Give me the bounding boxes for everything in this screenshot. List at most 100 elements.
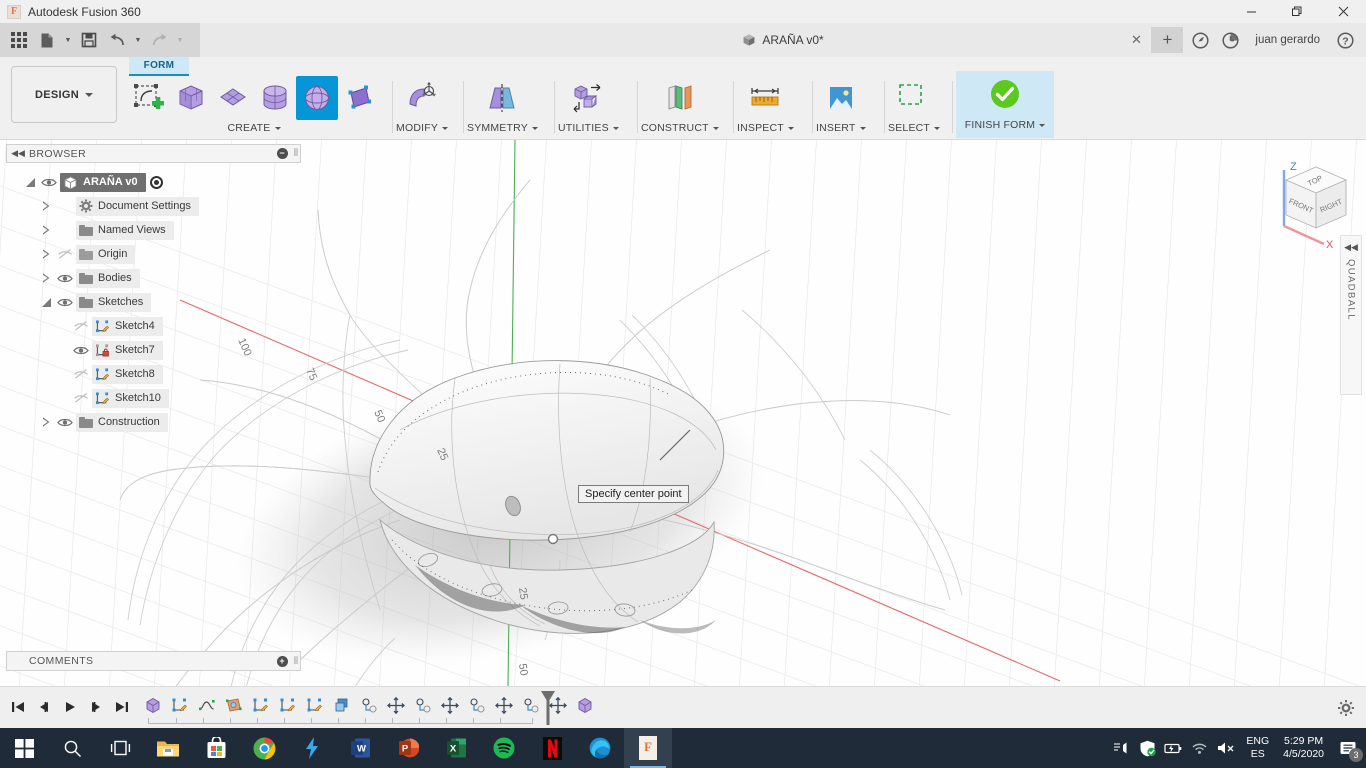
expander-expand-icon[interactable] (38, 249, 54, 259)
visibility-eye-hidden-icon[interactable] (70, 368, 92, 380)
expander-expand-icon[interactable] (38, 417, 54, 427)
lightning-app-icon[interactable] (288, 728, 336, 768)
timeline-sketch-feature[interactable] (167, 693, 192, 718)
visibility-eye-icon[interactable] (38, 177, 60, 188)
search-icon[interactable] (48, 728, 96, 768)
tree-item-bodies[interactable]: Bodies (6, 266, 301, 290)
tree-item-pill[interactable]: Construction (76, 413, 168, 432)
tree-item-pill[interactable]: Sketch10 (92, 389, 169, 408)
fusion360-taskbar-icon[interactable]: F (624, 728, 672, 768)
visibility-eye-icon[interactable] (54, 297, 76, 308)
tree-item-pill[interactable]: ARAÑA v0 (60, 173, 146, 192)
expander-expand-icon[interactable] (38, 201, 54, 211)
expander-expand-icon[interactable] (38, 273, 54, 283)
ribbon-group-finish-form[interactable]: FINISH FORM (956, 71, 1054, 138)
show-hidden-icons-icon[interactable] (1108, 728, 1134, 768)
tree-item-sketch7[interactable]: Sketch7 (6, 338, 301, 362)
battery-icon[interactable] (1160, 728, 1186, 768)
powerpoint-icon[interactable]: P (384, 728, 432, 768)
tree-item-sketches[interactable]: Sketches (6, 290, 301, 314)
ribbon-group-insert-label[interactable]: INSERT (816, 120, 866, 136)
start-button-icon[interactable] (0, 728, 48, 768)
workspace-switcher-button[interactable]: DESIGN (11, 66, 117, 123)
job-status-clock-icon[interactable] (1215, 23, 1245, 57)
ribbon-group-select-label[interactable]: SELECT (888, 120, 940, 136)
cylinder-icon[interactable] (254, 76, 296, 120)
ribbon-group-inspect-label[interactable]: INSPECT (737, 120, 794, 136)
tree-item-origin[interactable]: Origin (6, 242, 301, 266)
add-comment-icon[interactable]: + (272, 656, 292, 667)
panel-resize-grip[interactable]: ⦀ (292, 656, 300, 667)
visibility-eye-hidden-icon[interactable] (70, 320, 92, 332)
google-chrome-icon[interactable] (240, 728, 288, 768)
language-indicator[interactable]: ENG ES (1238, 735, 1277, 761)
timeline-canvas-feature[interactable] (221, 693, 246, 718)
timeline-settings-gear-icon[interactable] (1334, 696, 1358, 720)
timeline-joint-feature[interactable] (464, 693, 489, 718)
ribbon-group-modify-label[interactable]: MODIFY (396, 120, 448, 136)
tree-item-pill[interactable]: Sketch7 (92, 341, 163, 360)
tree-item-construction[interactable]: Construction (6, 410, 301, 434)
user-name-label[interactable]: juan gerardo (1245, 34, 1330, 46)
netflix-icon[interactable] (528, 728, 576, 768)
microsoft-store-icon[interactable] (192, 728, 240, 768)
create-form-icon[interactable] (128, 76, 170, 120)
timeline-marker-icon[interactable] (540, 691, 556, 725)
maximize-button[interactable] (1274, 0, 1320, 23)
undo-dropdown-caret[interactable]: ▼ (132, 27, 144, 53)
file-explorer-icon[interactable] (144, 728, 192, 768)
quadball-panel[interactable]: ◀◀ QUADBALL (1340, 235, 1362, 395)
timeline-sketch-feature[interactable] (302, 693, 327, 718)
tree-item-pill[interactable]: Document Settings (76, 197, 199, 216)
close-tab-button[interactable]: ✕ (1121, 23, 1151, 57)
minimize-circle-icon[interactable]: − (272, 148, 292, 159)
tree-item-pill[interactable]: Bodies (76, 269, 140, 288)
collapse-right-icon[interactable]: ◀◀ (1344, 242, 1358, 253)
step-back-icon[interactable] (32, 695, 56, 719)
wifi-icon[interactable] (1186, 728, 1212, 768)
tree-item-sketch10[interactable]: Sketch10 (6, 386, 301, 410)
go-to-end-icon[interactable] (110, 695, 134, 719)
measure-icon[interactable] (744, 76, 786, 120)
minimize-button[interactable] (1228, 0, 1274, 23)
visibility-eye-hidden-icon[interactable] (70, 392, 92, 404)
clock[interactable]: 5:29 PM 4/5/2020 (1277, 735, 1330, 761)
visibility-eye-icon[interactable] (54, 273, 76, 284)
excel-icon[interactable]: X (432, 728, 480, 768)
go-to-beginning-icon[interactable] (6, 695, 30, 719)
expander-expand-icon[interactable] (38, 225, 54, 235)
ribbon-group-utilities-label[interactable]: UTILITIES (558, 120, 619, 136)
task-view-icon[interactable] (96, 728, 144, 768)
visibility-eye-icon[interactable] (54, 417, 76, 428)
edit-form-icon[interactable] (401, 76, 443, 120)
tree-item-pill[interactable]: Sketches (76, 293, 151, 312)
new-file-dropdown-caret[interactable]: ▼ (62, 27, 74, 53)
tree-item-document-settings[interactable]: Document Settings (6, 194, 301, 218)
spotify-icon[interactable] (480, 728, 528, 768)
convert-icon[interactable] (567, 76, 609, 120)
activate-component-radio[interactable] (150, 176, 163, 189)
expander-collapse-icon[interactable] (22, 178, 38, 187)
close-button[interactable] (1320, 0, 1366, 23)
visibility-eye-hidden-icon[interactable] (54, 248, 76, 260)
finish-form-check-icon[interactable] (956, 72, 1054, 116)
insert-image-icon[interactable] (820, 76, 862, 120)
ribbon-group-construct-label[interactable]: CONSTRUCT (641, 120, 719, 136)
timeline-copy-paste-feature[interactable] (329, 693, 354, 718)
mirror-internal-icon[interactable] (481, 76, 523, 120)
select-window-icon[interactable] (893, 76, 935, 120)
timeline-joint-feature[interactable] (410, 693, 435, 718)
tree-item-pill[interactable]: Origin (76, 245, 135, 264)
plane-icon[interactable] (212, 76, 254, 120)
timeline-move-feature[interactable] (437, 693, 462, 718)
undo-icon[interactable] (104, 27, 130, 53)
box-icon[interactable] (170, 76, 212, 120)
windows-security-icon[interactable] (1134, 728, 1160, 768)
tree-item-pill[interactable]: Named Views (76, 221, 174, 240)
timeline-joint-feature[interactable] (356, 693, 381, 718)
timeline-sketch-feature[interactable] (275, 693, 300, 718)
new-tab-button[interactable]: + (1151, 27, 1183, 53)
tab-form[interactable]: FORM (129, 57, 189, 74)
microsoft-edge-icon[interactable] (576, 728, 624, 768)
save-icon[interactable] (76, 27, 102, 53)
